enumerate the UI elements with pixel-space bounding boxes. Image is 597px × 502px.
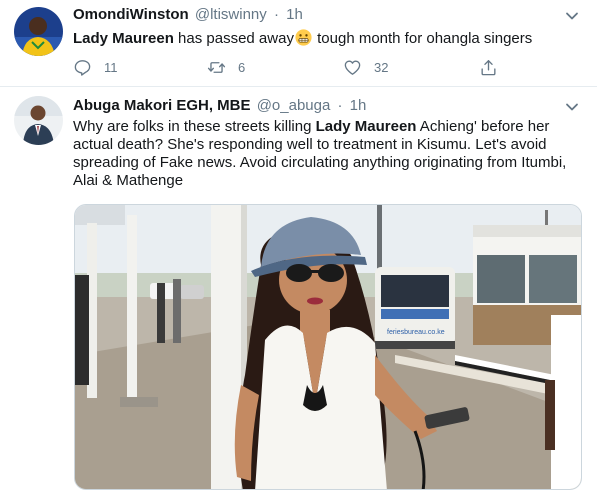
tweet-text: Lady Maureen has passed away tough month… — [73, 29, 579, 48]
retweet-icon — [207, 61, 226, 73]
reply-button[interactable]: 11 — [73, 57, 118, 77]
timestamp[interactable]: 1h — [350, 97, 367, 114]
timestamp[interactable]: 1h — [286, 6, 303, 23]
tweet[interactable]: OmondiWinston @ltiswinny · 1h Lady Maure… — [0, 0, 597, 87]
user-handle[interactable]: @ltiswinny — [195, 6, 267, 23]
display-name[interactable]: OmondiWinston — [73, 6, 189, 23]
retweet-count: 6 — [238, 59, 246, 75]
separator: · — [273, 6, 279, 23]
tweet-photo[interactable]: feriesbureau.co.ke — [74, 204, 582, 490]
avatar[interactable] — [14, 96, 63, 145]
tweet-header: Abuga Makori EGH, MBE @o_abuga · 1h — [73, 97, 366, 115]
reply-icon — [74, 59, 91, 76]
tweet-text-part: has passed away — [173, 30, 294, 47]
tweet-text-part: Why are folks in these streets killing — [73, 118, 316, 135]
like-count: 32 — [374, 59, 389, 75]
chevron-down-icon[interactable] — [565, 100, 579, 114]
like-button[interactable]: 32 — [343, 57, 388, 77]
separator: · — [337, 97, 343, 114]
mention-text: Lady Maureen — [315, 118, 417, 135]
display-name[interactable]: Abuga Makori EGH, MBE — [73, 97, 251, 114]
tweet-text-part: tough month for ohangla singers — [312, 30, 533, 47]
user-handle[interactable]: @o_abuga — [257, 97, 331, 114]
tweet[interactable]: Abuga Makori EGH, MBE @o_abuga · 1h Why … — [0, 88, 597, 502]
heart-icon — [344, 59, 361, 75]
chevron-down-icon[interactable] — [565, 9, 579, 23]
mention-text: Lady Maureen — [73, 30, 174, 47]
avatar[interactable] — [14, 7, 63, 56]
grimacing-face-emoji-icon — [295, 29, 312, 46]
tweet-header: OmondiWinston @ltiswinny · 1h — [73, 6, 303, 24]
share-button[interactable] — [479, 57, 498, 77]
tweet-text: Why are folks in these streets killing L… — [73, 118, 579, 190]
reply-count: 11 — [104, 59, 118, 75]
tweet-actions: 11 6 32 — [73, 57, 513, 77]
retweet-button[interactable]: 6 — [207, 57, 245, 77]
share-icon — [481, 59, 496, 75]
van-sign-text: feriesbureau.co.ke — [387, 329, 445, 336]
